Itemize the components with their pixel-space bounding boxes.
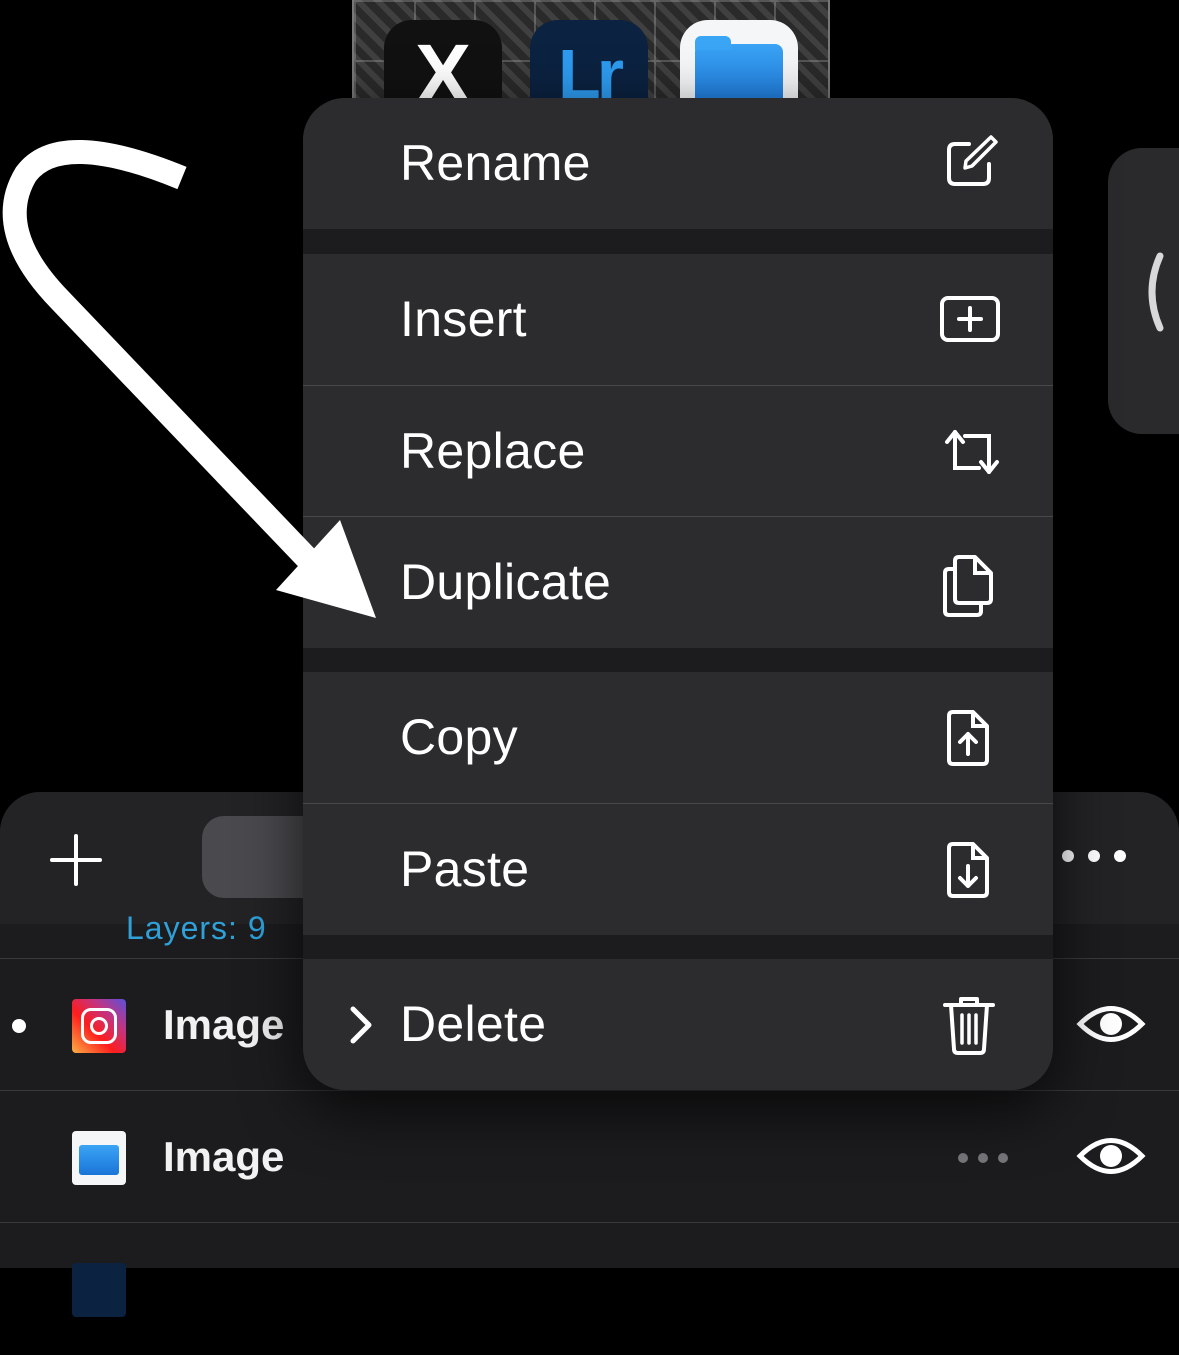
eye-icon[interactable]: [1076, 999, 1146, 1049]
layers-count-label: Layers: 9: [126, 910, 267, 946]
menu-item-replace[interactable]: Replace: [303, 385, 1053, 517]
menu-item-paste[interactable]: Paste: [303, 803, 1053, 935]
menu-item-duplicate[interactable]: Duplicate: [303, 516, 1053, 648]
more-dot-icon: [958, 1153, 968, 1163]
chevron-left-icon: [1148, 252, 1164, 332]
x-app-tile: X: [384, 20, 502, 100]
lightroom-icon: [72, 1263, 126, 1317]
menu-item-label: Paste: [400, 841, 530, 897]
menu-item-delete[interactable]: Delete: [303, 959, 1053, 1090]
menu-item-insert[interactable]: Insert: [303, 254, 1053, 385]
more-options-button[interactable]: [1062, 850, 1126, 862]
add-layer-button[interactable]: [48, 832, 104, 888]
instagram-icon: [72, 999, 126, 1053]
lightroom-app-tile: Lr: [530, 20, 648, 100]
layer-name: Image: [163, 1133, 285, 1180]
menu-item-copy[interactable]: Copy: [303, 672, 1053, 803]
side-panel-handle[interactable]: [1108, 148, 1179, 434]
menu-item-rename[interactable]: Rename: [303, 98, 1053, 229]
x-app-glyph: X: [414, 27, 472, 100]
more-dot-icon: [978, 1153, 988, 1163]
layer-row[interactable]: [0, 1222, 1179, 1355]
more-dot-icon: [1088, 850, 1100, 862]
more-dot-icon: [1062, 850, 1074, 862]
lightroom-app-glyph: Lr: [558, 35, 624, 100]
eye-icon[interactable]: [1076, 1131, 1146, 1181]
insert-icon: [940, 296, 1000, 342]
menu-item-label: Rename: [400, 135, 591, 191]
menu-item-label: Delete: [400, 996, 547, 1052]
layer-options-button[interactable]: [958, 1153, 1008, 1163]
more-dot-icon: [1114, 850, 1126, 862]
replace-icon: [945, 430, 999, 474]
files-app-tile: [680, 20, 798, 100]
duplicate-icon: [943, 555, 993, 617]
menu-item-label: Replace: [400, 423, 586, 479]
selected-indicator: [12, 1019, 26, 1033]
menu-item-label: Duplicate: [400, 554, 612, 610]
context-menu: Rename Insert Replace Duplicate Copy Pas…: [303, 98, 1053, 1090]
more-dot-icon: [998, 1153, 1008, 1163]
chevron-right-icon: [350, 1006, 372, 1044]
paste-icon: [947, 842, 989, 898]
copy-icon: [947, 710, 989, 766]
rename-icon: [947, 135, 998, 186]
trash-icon: [943, 997, 995, 1055]
layer-name: Image: [163, 1001, 285, 1048]
menu-item-label: Copy: [400, 709, 518, 765]
layer-row[interactable]: Image: [0, 1090, 1179, 1223]
canvas-preview[interactable]: X Lr: [352, 0, 830, 100]
folder-icon: [695, 36, 783, 100]
menu-item-label: Insert: [400, 291, 527, 347]
files-icon: [72, 1131, 126, 1185]
